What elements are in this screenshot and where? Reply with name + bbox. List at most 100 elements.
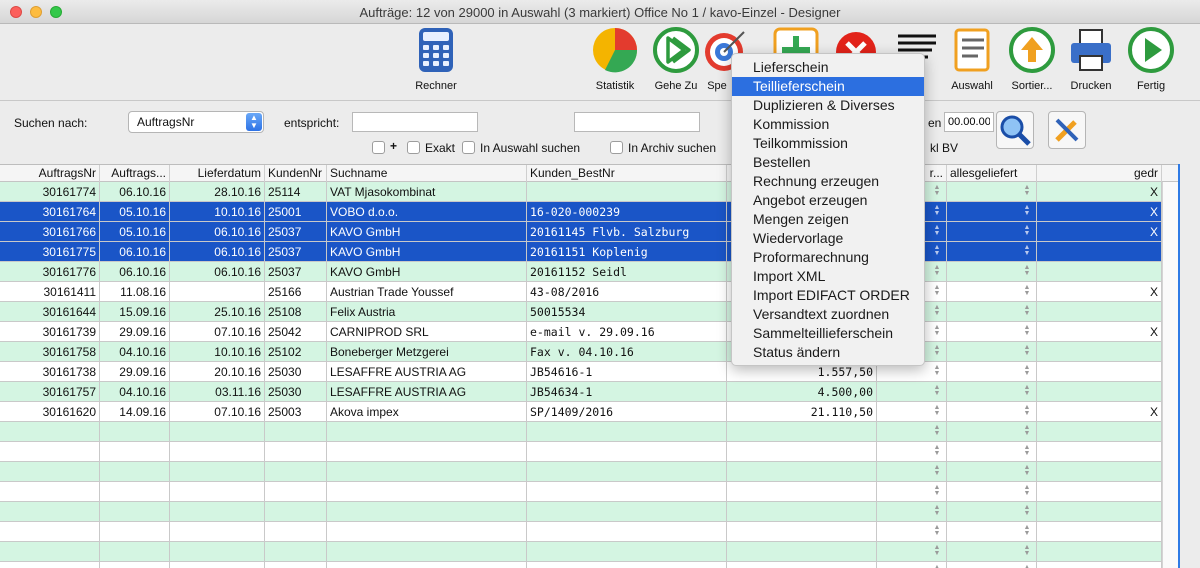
- stepper-icon[interactable]: ▲▼: [933, 384, 941, 397]
- auswahl-button[interactable]: Auswahl: [942, 26, 1002, 92]
- fertig-button[interactable]: Fertig: [1121, 26, 1181, 92]
- menu-item[interactable]: Sammelteillieferschein: [732, 324, 924, 343]
- in-archiv-checkbox[interactable]: [610, 141, 623, 154]
- stepper-icon[interactable]: ▲▼: [1023, 464, 1031, 477]
- stepper-icon[interactable]: ▲▼: [933, 524, 941, 537]
- menu-item[interactable]: Kommission: [732, 115, 924, 134]
- col-lieferdatum[interactable]: Lieferdatum: [170, 165, 265, 182]
- stepper-icon[interactable]: ▲▼: [1023, 224, 1031, 237]
- stepper-icon[interactable]: ▲▼: [1023, 284, 1031, 297]
- second-search-input[interactable]: [574, 112, 700, 132]
- exakt-checkbox[interactable]: [407, 141, 420, 154]
- statistik-button[interactable]: Statistik: [585, 26, 645, 92]
- time-input[interactable]: [944, 112, 994, 132]
- table-row[interactable]: ▲▼ ▲▼: [0, 462, 1162, 482]
- table-row[interactable]: ▲▼ ▲▼: [0, 482, 1162, 502]
- menu-item[interactable]: Versandtext zuordnen: [732, 305, 924, 324]
- sortieren-button[interactable]: Sortier...: [1002, 26, 1062, 92]
- plus-checkbox[interactable]: [372, 141, 385, 154]
- vertical-scrollbar[interactable]: [1162, 182, 1178, 568]
- table-row[interactable]: 30161758 04.10.16 10.10.16 25102 Boneberger …: [0, 342, 1162, 362]
- spezial-button[interactable]: Spe: [700, 26, 745, 92]
- menu-item[interactable]: Angebot erzeugen: [732, 191, 924, 210]
- stepper-icon[interactable]: ▲▼: [933, 304, 941, 317]
- tools-button[interactable]: [1048, 111, 1086, 149]
- stepper-icon[interactable]: ▲▼: [933, 364, 941, 377]
- table-row[interactable]: 30161775 06.10.16 06.10.16 25037 KAVO GmbH 20…: [0, 242, 1162, 262]
- rechner-button[interactable]: Rechner: [406, 26, 466, 92]
- stepper-icon[interactable]: ▲▼: [1023, 304, 1031, 317]
- stepper-icon[interactable]: ▲▼: [933, 184, 941, 197]
- table-row[interactable]: 30161739 29.09.16 07.10.16 25042 CARNIPROD S…: [0, 322, 1162, 342]
- col-kundennr[interactable]: KundenNr: [265, 165, 327, 182]
- col-allesgeliefert[interactable]: allesgeliefert: [947, 165, 1037, 182]
- stepper-icon[interactable]: ▲▼: [933, 204, 941, 217]
- stepper-icon[interactable]: ▲▼: [933, 344, 941, 357]
- stepper-icon[interactable]: ▲▼: [1023, 324, 1031, 337]
- menu-item[interactable]: Duplizieren & Diverses: [732, 96, 924, 115]
- table-row[interactable]: 30161766 05.10.16 06.10.16 25037 KAVO GmbH 20…: [0, 222, 1162, 242]
- gehe-zu-button[interactable]: Gehe Zu: [646, 26, 706, 92]
- menu-item[interactable]: Import EDIFACT ORDER: [732, 286, 924, 305]
- table-row[interactable]: ▲▼▲▼: [0, 562, 1162, 568]
- stepper-icon[interactable]: ▲▼: [1023, 264, 1031, 277]
- stepper-icon[interactable]: ▲▼: [933, 544, 941, 557]
- menu-item[interactable]: Proformarechnung: [732, 248, 924, 267]
- col-gedruckt[interactable]: gedr: [1037, 165, 1162, 182]
- table-row[interactable]: ▲▼ ▲▼: [0, 422, 1162, 442]
- table-row[interactable]: 30161764 05.10.16 10.10.16 25001 VOBO d.o.o.…: [0, 202, 1162, 222]
- stepper-icon[interactable]: ▲▼: [933, 264, 941, 277]
- stepper-icon[interactable]: ▲▼: [1023, 544, 1031, 557]
- stepper-icon[interactable]: ▲▼: [1023, 504, 1031, 517]
- table-row[interactable]: 30161738 29.09.16 20.10.16 25030 LESAFFRE AU…: [0, 362, 1162, 382]
- drucken-button[interactable]: Drucken: [1061, 26, 1121, 92]
- menu-item[interactable]: Teilkommission: [732, 134, 924, 153]
- search-button[interactable]: [996, 111, 1034, 149]
- stepper-icon[interactable]: ▲▼: [933, 244, 941, 257]
- stepper-icon[interactable]: ▲▼: [1023, 204, 1031, 217]
- stepper-icon[interactable]: ▲▼: [1023, 384, 1031, 397]
- table-row[interactable]: ▲▼ ▲▼: [0, 542, 1162, 562]
- menu-item[interactable]: Wiedervorlage: [732, 229, 924, 248]
- stepper-icon[interactable]: ▲▼: [1023, 184, 1031, 197]
- stepper-icon[interactable]: ▲▼: [933, 284, 941, 297]
- col-auftragsdatum[interactable]: Auftrags...: [100, 165, 170, 182]
- table-row[interactable]: 30161411 11.08.16 25166 Austrian Trade Yous…: [0, 282, 1162, 302]
- table-row[interactable]: 30161776 06.10.16 06.10.16 25037 KAVO GmbH 20…: [0, 262, 1162, 282]
- table-row[interactable]: 30161774 06.10.16 28.10.16 25114 VAT Mjasoko…: [0, 182, 1162, 202]
- stepper-icon[interactable]: ▲▼: [1023, 364, 1031, 377]
- menu-item[interactable]: Status ändern: [732, 343, 924, 362]
- stepper-icon[interactable]: ▲▼: [933, 424, 941, 437]
- col-suchname[interactable]: Suchname: [327, 165, 527, 182]
- table-row[interactable]: ▲▼ ▲▼: [0, 522, 1162, 542]
- table-row[interactable]: 30161757 04.10.16 03.11.16 25030 LESAFFRE AU…: [0, 382, 1162, 402]
- menu-item[interactable]: Bestellen: [732, 153, 924, 172]
- search-field-select[interactable]: AuftragsNr ▲ ▼: [128, 111, 264, 133]
- stepper-icon[interactable]: ▲▼: [1023, 244, 1031, 257]
- col-kunden-bestnr[interactable]: Kunden_BestNr: [527, 165, 727, 182]
- stepper-icon[interactable]: ▲▼: [933, 324, 941, 337]
- stepper-icon[interactable]: ▲▼: [933, 484, 941, 497]
- table-row[interactable]: 30161620 14.09.16 07.10.16 25003 Akova impex…: [0, 402, 1162, 422]
- menu-item[interactable]: Rechnung erzeugen: [732, 172, 924, 191]
- stepper-icon[interactable]: ▲▼: [933, 464, 941, 477]
- stepper-icon[interactable]: ▲▼: [933, 444, 941, 457]
- table-row[interactable]: ▲▼ ▲▼: [0, 502, 1162, 522]
- menu-item[interactable]: Lieferschein: [732, 58, 924, 77]
- stepper-icon[interactable]: ▲▼: [1023, 404, 1031, 417]
- stepper-icon[interactable]: ▲▼: [933, 504, 941, 517]
- stepper-icon[interactable]: ▲▼: [1023, 444, 1031, 457]
- menu-item[interactable]: Mengen zeigen: [732, 210, 924, 229]
- col-auftragsnr[interactable]: AuftragsNr: [0, 165, 100, 182]
- in-auswahl-checkbox[interactable]: [462, 141, 475, 154]
- table-row[interactable]: ▲▼ ▲▼: [0, 442, 1162, 462]
- menu-item[interactable]: Import XML: [732, 267, 924, 286]
- stepper-icon[interactable]: ▲▼: [1023, 424, 1031, 437]
- stepper-icon[interactable]: ▲▼: [1023, 344, 1031, 357]
- stepper-icon[interactable]: ▲▼: [933, 404, 941, 417]
- stepper-icon[interactable]: ▲▼: [1023, 524, 1031, 537]
- entspricht-input[interactable]: [352, 112, 478, 132]
- stepper-icon[interactable]: ▲▼: [933, 224, 941, 237]
- stepper-icon[interactable]: ▲▼: [1023, 484, 1031, 497]
- table-row[interactable]: 30161644 15.09.16 25.10.16 25108 Felix Austr…: [0, 302, 1162, 322]
